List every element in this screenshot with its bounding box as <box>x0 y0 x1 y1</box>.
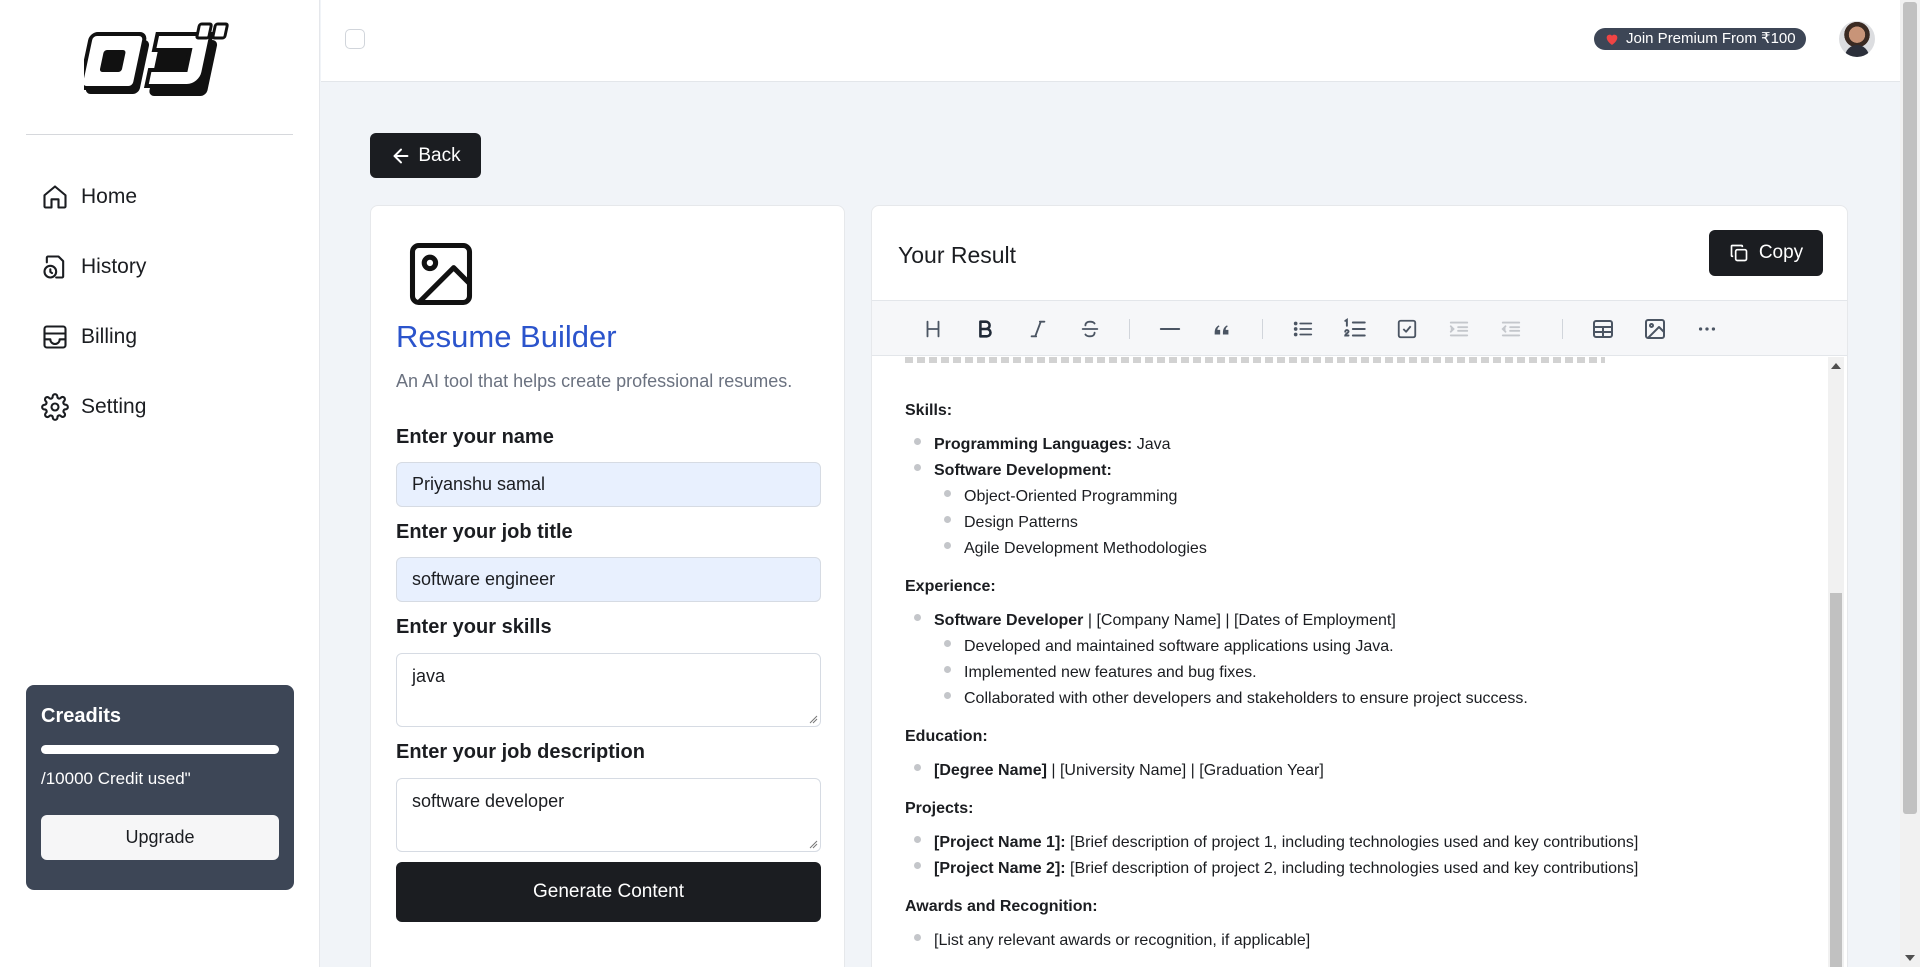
sidebar-nav: Home History Billing Setting <box>40 177 290 457</box>
bold-icon[interactable] <box>970 314 1000 344</box>
list-item: Design Patterns <box>944 514 1078 531</box>
gear-icon <box>40 392 70 422</box>
result-title: Your Result <box>898 242 1017 268</box>
list-item: Collaborated with other developers and s… <box>944 690 1528 707</box>
resize-grip-icon[interactable] <box>808 714 818 724</box>
sidebar-divider <box>26 134 293 135</box>
list-item: Implemented new features and bug fixes. <box>944 664 1257 681</box>
hr-icon[interactable] <box>1155 314 1185 344</box>
list-item: Programming Languages: Java <box>914 436 1171 453</box>
list-item: Object-Oriented Programming <box>943 488 1178 505</box>
sidebar-item-label: Home <box>81 185 138 208</box>
list-item: [Project Name 2]: [Brief description of … <box>913 860 1639 877</box>
list-item: [List any relevant awards or recognition… <box>913 932 1311 949</box>
billing-icon <box>40 322 70 352</box>
scroll-down-arrow-icon[interactable] <box>1905 955 1915 961</box>
toolbar-separator <box>1562 319 1563 339</box>
sidebar-item-billing[interactable]: Billing <box>40 317 290 357</box>
list-item: Agile Development Methodologies <box>944 540 1207 557</box>
sidebar-toggle-checkbox[interactable] <box>345 29 365 49</box>
page-scroll-thumb[interactable] <box>1903 2 1917 814</box>
avatar[interactable] <box>1839 21 1875 57</box>
section-heading: Awards and Recognition: <box>905 898 1098 915</box>
credits-progress-bar <box>41 745 279 754</box>
outdent-icon[interactable] <box>1496 314 1526 344</box>
job-title-label: Enter your job title <box>396 521 573 543</box>
sidebar-item-label: History <box>81 255 147 278</box>
arrow-left-icon <box>393 148 409 163</box>
skills-value: java <box>412 666 446 686</box>
editor-toolbar <box>872 300 1847 356</box>
editor-scrollbar[interactable] <box>1828 357 1844 967</box>
section-heading: Projects: <box>905 800 974 817</box>
sidebar-item-label: Billing <box>81 325 138 348</box>
home-icon <box>40 182 70 212</box>
list-item: Software Development: <box>914 462 1112 479</box>
copy-label: Copy <box>1758 242 1804 263</box>
back-button[interactable]: Back <box>370 133 481 178</box>
bullet-list-icon[interactable] <box>1288 314 1318 344</box>
tool-description: An AI tool that helps create professiona… <box>396 371 793 391</box>
table-icon[interactable] <box>1588 314 1618 344</box>
sidebar-item-setting[interactable]: Setting <box>40 387 290 427</box>
premium-badge[interactable]: Join Premium From ₹100 <box>1594 28 1806 50</box>
job-title-input[interactable]: software engineer <box>396 557 821 602</box>
clipped-text-line <box>905 357 1605 363</box>
resize-grip-icon[interactable] <box>808 839 818 849</box>
app-logo[interactable] <box>79 22 236 106</box>
job-description-label: Enter your job description <box>396 741 645 763</box>
image-insert-icon[interactable] <box>1640 314 1670 344</box>
ordered-list-icon[interactable] <box>1340 314 1370 344</box>
copy-button[interactable]: Copy <box>1709 230 1823 276</box>
form-card: Resume Builder An AI tool that helps cre… <box>370 205 845 967</box>
result-card: Your Result Copy Skills: Programming Lan… <box>871 205 1848 967</box>
quote-icon[interactable] <box>1207 314 1237 344</box>
list-item: [Degree Name] | [University Name] | [Gra… <box>914 762 1324 779</box>
back-label: Back <box>418 144 461 166</box>
skills-textarea[interactable]: java <box>396 653 821 727</box>
copy-icon <box>1730 244 1748 262</box>
section-heading: Experience: <box>905 578 996 595</box>
name-label: Enter your name <box>396 426 554 448</box>
top-bar: Join Premium From ₹100 <box>321 0 1900 82</box>
job-description-textarea[interactable]: software developer <box>396 778 821 852</box>
list-item: Software Developer | [Company Name] | [D… <box>914 612 1396 629</box>
sidebar-item-label: Setting <box>81 395 147 418</box>
section-heading: Education: <box>905 728 988 745</box>
credits-panel: Creadits /10000 Credit used" Upgrade <box>26 685 294 890</box>
sidebar-item-home[interactable]: Home <box>40 177 290 217</box>
toolbar-separator <box>1262 319 1263 339</box>
heart-icon <box>1604 31 1620 47</box>
more-icon[interactable] <box>1692 314 1722 344</box>
history-icon <box>40 252 70 282</box>
credits-used-text: /10000 Credit used" <box>41 769 191 788</box>
editor-scroll-thumb[interactable] <box>1830 593 1842 967</box>
strike-icon[interactable] <box>1075 314 1105 344</box>
italic-icon[interactable] <box>1023 314 1053 344</box>
image-icon <box>403 236 479 317</box>
sidebar: Home History Billing Setting Creadits /1… <box>0 0 320 967</box>
credits-title: Creadits <box>41 705 122 727</box>
upgrade-button[interactable]: Upgrade <box>41 815 279 860</box>
job-description-value: software developer <box>412 791 565 811</box>
indent-icon[interactable] <box>1444 314 1474 344</box>
list-item: [Project Name 1]: [Brief description of … <box>913 834 1639 851</box>
toolbar-separator <box>1129 319 1130 339</box>
scroll-up-arrow-icon[interactable] <box>1831 363 1841 369</box>
list-item: Developed and maintained software applic… <box>944 638 1394 655</box>
premium-label: Join Premium From ₹100 <box>1626 30 1796 47</box>
page-scrollbar[interactable] <box>1900 0 1920 967</box>
sidebar-item-history[interactable]: History <box>40 247 290 287</box>
generate-content-button[interactable]: Generate Content <box>396 862 821 922</box>
tool-title: Resume Builder <box>396 319 617 354</box>
skills-label: Enter your skills <box>396 616 552 638</box>
result-editor[interactable]: Skills: Programming Languages: Java Soft… <box>872 357 1847 967</box>
task-list-icon[interactable] <box>1392 314 1422 344</box>
heading-icon[interactable] <box>918 314 948 344</box>
section-heading: Skills: <box>905 402 953 419</box>
name-input[interactable]: Priyanshu samal <box>396 462 821 507</box>
